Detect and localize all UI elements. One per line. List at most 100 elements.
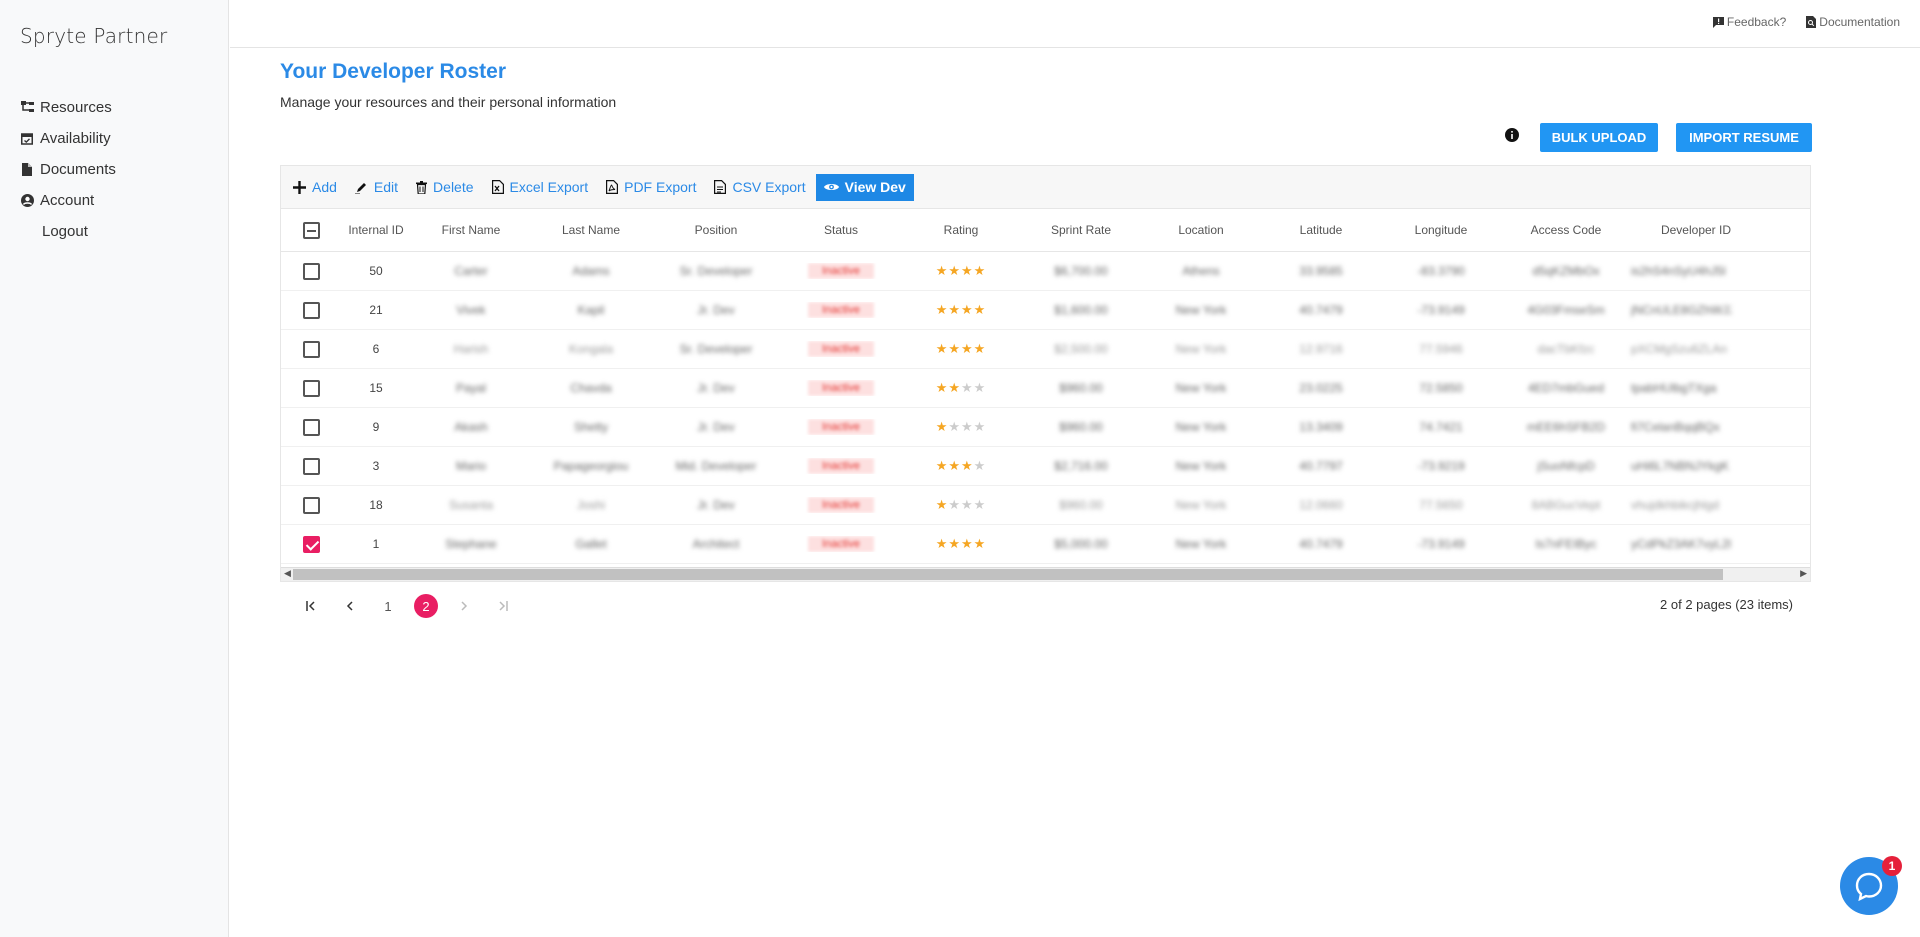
column-header[interactable]: Latitude <box>1261 223 1381 237</box>
column-header[interactable]: Access Code <box>1501 223 1631 237</box>
table-row[interactable]: 9 Akash Shetty Jr. Dev Inactive ★★★★ $960.00 Ne… <box>281 408 1810 447</box>
star-filled-icon: ★ <box>935 458 949 473</box>
table-row[interactable]: 15 Payal Chavda Jr. Dev Inactive ★★★★ $960.00 N… <box>281 369 1810 408</box>
column-header[interactable]: First Name <box>411 223 531 237</box>
table-header: Internal ID First Name Last Name Positio… <box>281 209 1810 252</box>
csv-export-button[interactable]: CSV Export <box>714 179 806 195</box>
chat-bubble-icon <box>1855 872 1883 901</box>
sidebar-item-logout[interactable]: Logout <box>20 216 116 247</box>
rate-cell: $2,500.00 <box>1054 342 1108 356</box>
code-cell: 8ABGucVept <box>1531 498 1601 512</box>
sidebar-item-label: Documents <box>40 161 116 178</box>
sidebar-item-label: Resources <box>40 99 112 116</box>
row-checkbox[interactable] <box>302 535 320 553</box>
star-empty-icon: ★ <box>961 497 974 512</box>
status-cell: Inactive <box>781 380 901 396</box>
scroll-right-icon[interactable]: ▶ <box>1800 568 1807 579</box>
star-filled-icon: ★ <box>935 263 949 278</box>
excel-export-button[interactable]: Excel Export <box>491 179 589 195</box>
location-cell: New York <box>1175 459 1227 473</box>
status-cell: Inactive <box>781 536 901 552</box>
last-page-button[interactable] <box>490 594 514 618</box>
column-header[interactable]: Developer ID <box>1631 223 1731 237</box>
excel-export-label: Excel Export <box>509 179 589 195</box>
lng-cell: -73.9149 <box>1417 303 1465 317</box>
row-checkbox[interactable] <box>302 379 320 397</box>
pdf-export-button[interactable]: PDF Export <box>606 179 696 195</box>
page-2-button[interactable]: 2 <box>414 594 438 618</box>
view-dev-button[interactable]: View Dev <box>815 173 914 201</box>
status-cell: Inactive <box>781 419 901 435</box>
location-cell: New York <box>1175 381 1227 395</box>
import-resume-button[interactable]: IMPORT RESUME <box>1676 123 1812 152</box>
edit-button[interactable]: Edit <box>354 179 399 195</box>
star-empty-icon: ★ <box>948 497 961 512</box>
table-row[interactable]: 21 Vivek Kapil Jr. Dev Inactive ★★★★ $1,600.00… <box>281 291 1810 330</box>
feedback-link[interactable]: Feedback? <box>1712 15 1786 29</box>
select-all-checkbox[interactable] <box>302 221 320 239</box>
status-cell: Inactive <box>781 497 901 513</box>
delete-button[interactable]: Delete <box>416 179 474 195</box>
devid-cell: tpabHUlbgTXga <box>1631 381 1717 395</box>
rating-stars: ★★★★ <box>936 419 987 434</box>
row-checkbox[interactable] <box>302 496 320 514</box>
rating-stars: ★★★★ <box>936 380 987 395</box>
row-checkbox[interactable] <box>302 418 320 436</box>
rating-stars: ★★★★ <box>936 341 987 356</box>
table-body: 50 Carter Adams Sr. Developer Inactive ★★★★ $6… <box>281 252 1810 564</box>
info-icon[interactable] <box>1505 128 1519 147</box>
table-row[interactable]: 6 Harish Kongala Sr. Developer Inactive ★★★★ $… <box>281 330 1810 369</box>
horizontal-scrollbar[interactable]: ◀ ▶ <box>281 567 1810 581</box>
edit-label: Edit <box>373 179 399 195</box>
add-button[interactable]: Add <box>293 179 337 195</box>
prev-page-button[interactable] <box>338 594 362 618</box>
scrollbar-thumb[interactable] <box>293 569 1723 580</box>
sidebar-item-availability[interactable]: Availability <box>20 123 116 154</box>
column-header[interactable]: Location <box>1141 223 1261 237</box>
lat-cell: 33.9585 <box>1299 264 1343 278</box>
devid-cell: pXCMgSzu6ZLAn <box>1631 342 1728 356</box>
first-page-button[interactable] <box>300 594 324 618</box>
documentation-link[interactable]: Documentation <box>1806 15 1900 29</box>
sidebar: Spryte Partner Resources Availability Do… <box>0 0 229 937</box>
code-cell: d5qKZMbOx <box>1532 264 1600 278</box>
star-filled-icon: ★ <box>935 341 949 356</box>
bulk-upload-button[interactable]: BULK UPLOAD <box>1540 123 1658 152</box>
row-checkbox[interactable] <box>302 262 320 280</box>
page-1-button[interactable]: 1 <box>376 594 400 618</box>
status-badge: Inactive <box>808 263 874 279</box>
star-filled-icon: ★ <box>961 536 974 551</box>
star-empty-icon: ★ <box>973 380 987 395</box>
star-empty-icon: ★ <box>948 419 961 434</box>
column-header[interactable]: Longitude <box>1381 223 1501 237</box>
devid-cell: is2hS4nSyU4hJ5l <box>1631 264 1726 278</box>
first-cell: Harish <box>453 342 489 356</box>
roster-grid: Add Edit Delete Excel Export PDF Export … <box>280 165 1811 582</box>
column-header[interactable]: Internal ID <box>341 223 411 237</box>
table-row[interactable]: 3 Mario Papageorgiou Mid. Developer Inactive… <box>281 447 1810 486</box>
code-cell: Is7nFEIByc <box>1535 537 1597 551</box>
sidebar-item-resources[interactable]: Resources <box>20 92 116 123</box>
column-header[interactable]: Status <box>781 223 901 237</box>
column-header[interactable]: Last Name <box>531 223 651 237</box>
star-filled-icon: ★ <box>973 341 987 356</box>
row-checkbox[interactable] <box>302 340 320 358</box>
star-filled-icon: ★ <box>935 380 949 395</box>
lat-cell: 12.0660 <box>1299 498 1343 512</box>
next-page-button[interactable] <box>452 594 476 618</box>
row-checkbox[interactable] <box>302 301 320 319</box>
lng-cell: 74.7421 <box>1419 420 1463 434</box>
column-header[interactable]: Rating <box>901 223 1021 237</box>
star-filled-icon: ★ <box>961 458 974 473</box>
table-row[interactable]: 1 Stephane Gallet Architect Inactive ★★★★ $5,0… <box>281 525 1810 564</box>
column-header[interactable]: Position <box>651 223 781 237</box>
row-checkbox[interactable] <box>302 457 320 475</box>
sidebar-item-account[interactable]: Account <box>20 185 116 216</box>
scroll-left-icon[interactable]: ◀ <box>284 568 291 579</box>
id-cell: 1 <box>372 537 380 551</box>
sidebar-item-documents[interactable]: Documents <box>20 154 116 185</box>
column-header[interactable]: Sprint Rate <box>1021 223 1141 237</box>
star-filled-icon: ★ <box>973 536 987 551</box>
table-row[interactable]: 18 Susanta Joshi Jr. Dev Inactive ★★★★ $960.00… <box>281 486 1810 525</box>
table-row[interactable]: 50 Carter Adams Sr. Developer Inactive ★★★★ $6… <box>281 252 1810 291</box>
